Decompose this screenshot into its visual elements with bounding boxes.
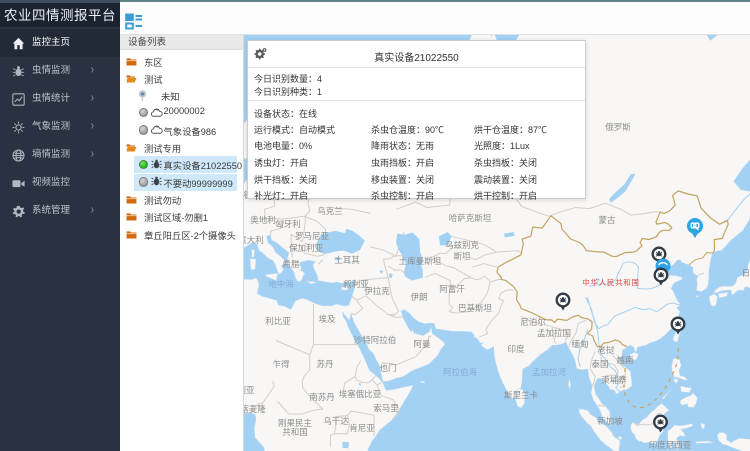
svg-text:也门: 也门: [379, 363, 396, 373]
svg-text:乌克兰: 乌克兰: [317, 206, 343, 216]
svg-text:中华人民共和国: 中华人民共和国: [582, 277, 639, 287]
svg-text:阿富汗: 阿富汗: [439, 284, 465, 294]
svg-text:索马里: 索马里: [373, 403, 399, 413]
svg-text:奥地利: 奥地利: [250, 215, 276, 225]
svg-text:共和国: 共和国: [282, 427, 308, 437]
svg-text:乌兹别克: 乌兹别克: [445, 240, 480, 250]
svg-text:尼泊尔: 尼泊尔: [520, 317, 546, 327]
svg-text:保加利亚: 保加利亚: [289, 243, 324, 253]
svg-text:南苏丹: 南苏丹: [309, 392, 335, 402]
svg-text:泰国: 泰国: [591, 359, 608, 369]
svg-text:埃及: 埃及: [318, 314, 336, 324]
svg-text:乌干达: 乌干达: [323, 416, 349, 426]
svg-text:孟加拉湾: 孟加拉湾: [532, 367, 567, 377]
svg-text:罗马尼亚: 罗马尼亚: [295, 231, 330, 241]
svg-text:斯坦: 斯坦: [453, 251, 471, 261]
svg-text:匈牙利: 匈牙利: [275, 219, 301, 229]
svg-text:叙利亚: 叙利亚: [343, 279, 369, 289]
svg-text:印度尼西亚: 印度尼西亚: [649, 440, 692, 450]
svg-text:阿拉伯海: 阿拉伯海: [443, 367, 478, 377]
svg-text:肯尼亚: 肯尼亚: [349, 423, 375, 433]
svg-text:缅甸: 缅甸: [571, 339, 588, 349]
svg-text:沙特阿拉伯: 沙特阿拉伯: [354, 335, 397, 345]
svg-text:柬埔寨: 柬埔寨: [601, 375, 627, 385]
svg-text:伊朗: 伊朗: [410, 292, 427, 302]
svg-text:俄罗斯: 俄罗斯: [605, 122, 631, 132]
svg-text:蒙古: 蒙古: [598, 215, 616, 225]
svg-text:阿曼: 阿曼: [413, 339, 431, 349]
svg-text:新加坡: 新加坡: [597, 416, 623, 426]
svg-text:土耳其: 土耳其: [334, 255, 360, 265]
svg-text:印度: 印度: [507, 344, 525, 354]
svg-text:乍得: 乍得: [272, 359, 290, 369]
svg-text:地中海: 地中海: [268, 279, 294, 289]
svg-text:希腊: 希腊: [282, 259, 300, 269]
svg-text:日本: 日本: [741, 268, 750, 278]
svg-text:巴基斯坦: 巴基斯坦: [458, 303, 493, 313]
svg-text:斯里兰卡: 斯里兰卡: [504, 390, 539, 400]
svg-text:喀麦隆: 喀麦隆: [240, 404, 266, 414]
svg-text:孟加拉国: 孟加拉国: [537, 328, 571, 338]
svg-text:利比亚: 利比亚: [265, 316, 291, 326]
svg-text:越南: 越南: [616, 355, 633, 365]
svg-text:埃塞俄比亚: 埃塞俄比亚: [339, 389, 382, 399]
svg-text:苏丹: 苏丹: [316, 359, 334, 369]
svg-text:哈萨克斯坦: 哈萨克斯坦: [449, 213, 492, 223]
svg-text:土库曼斯坦: 土库曼斯坦: [399, 256, 442, 266]
svg-text:老挝: 老挝: [597, 345, 615, 355]
